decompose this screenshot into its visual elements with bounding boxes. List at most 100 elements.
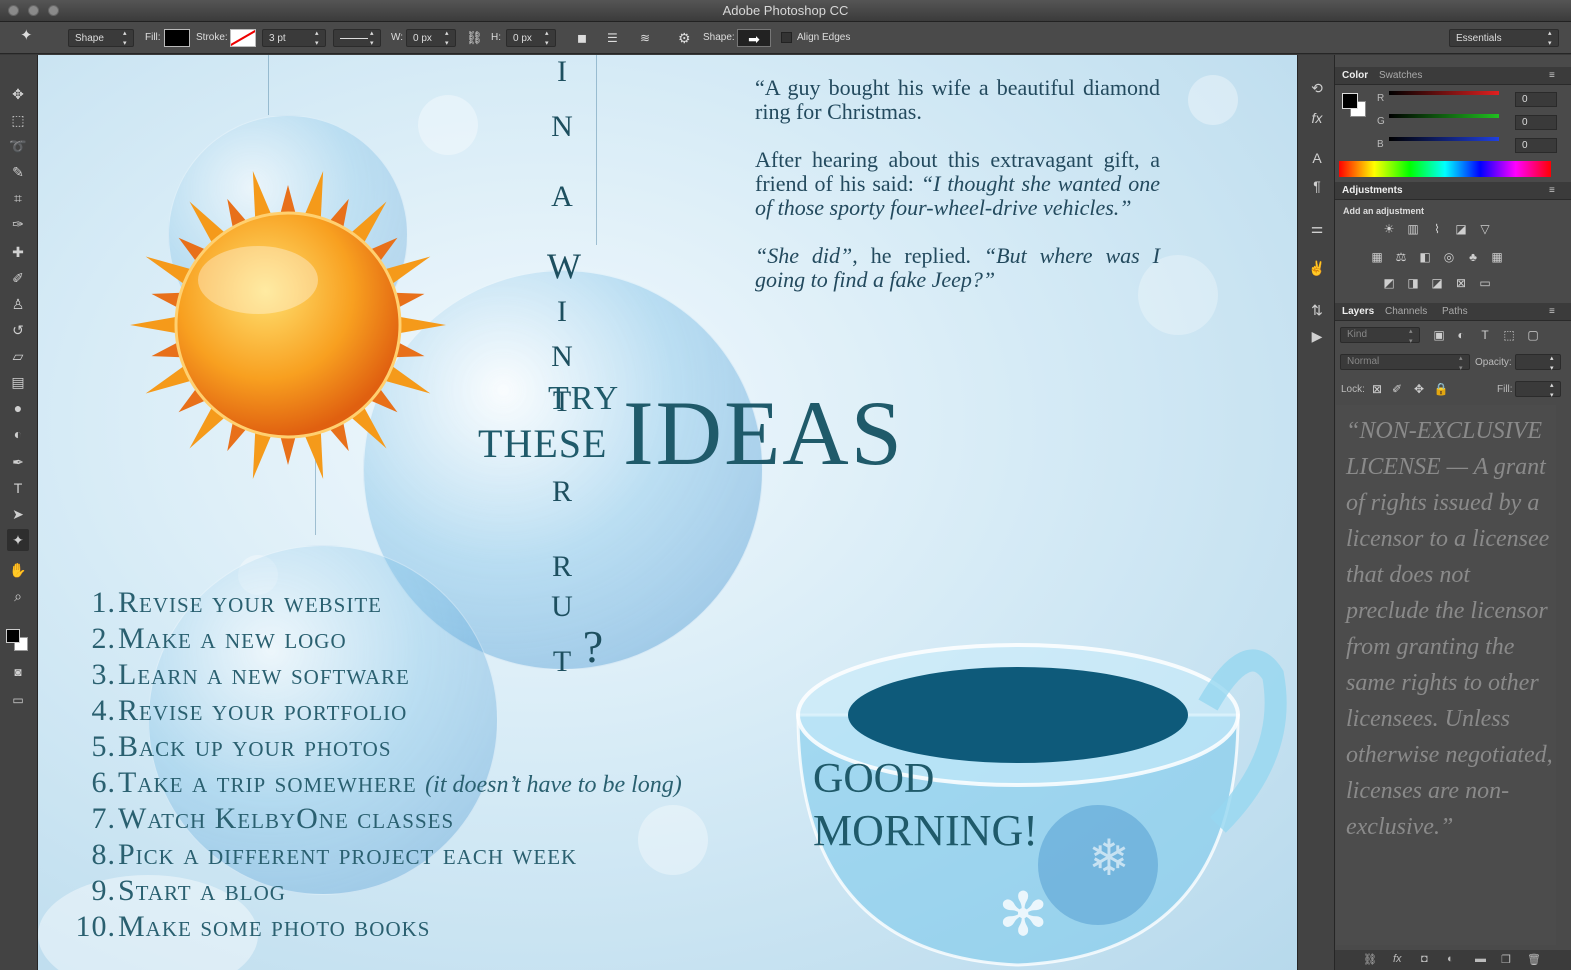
tab-color[interactable]: Color <box>1342 70 1368 81</box>
link-layers-icon[interactable]: ⛓ <box>1363 953 1377 966</box>
blue-slider[interactable] <box>1389 137 1499 141</box>
color-spectrum-bar[interactable] <box>1339 161 1551 177</box>
dodge-tool-icon[interactable]: ◐ <box>7 423 29 445</box>
brush-tool-icon[interactable]: ✐ <box>7 267 29 289</box>
align-edges-checkbox[interactable] <box>781 32 792 43</box>
gradient-map-icon[interactable]: ▭ <box>1477 276 1493 290</box>
layers-list[interactable]: “NON-EXCLUSIVE LICENSE — A grant of righ… <box>1336 405 1556 945</box>
filter-pixel-icon[interactable]: ▣ <box>1431 328 1447 342</box>
character-panel-icon[interactable]: A <box>1306 147 1328 169</box>
trash-icon[interactable]: 🗑 <box>1527 953 1541 966</box>
panel-menu-icon[interactable]: ≡ <box>1549 185 1555 196</box>
styles-fx-icon[interactable]: fx <box>1306 107 1328 129</box>
actions-panel-icon[interactable]: ⇅ <box>1306 299 1328 321</box>
screen-mode-icon[interactable]: ▭ <box>7 689 29 711</box>
red-value-field[interactable]: 0 <box>1515 92 1557 107</box>
eyedropper-tool-icon[interactable]: ✑ <box>7 213 29 235</box>
lock-position-icon[interactable]: ✥ <box>1411 382 1427 396</box>
path-arrangement-icon[interactable]: ≋ <box>640 29 650 47</box>
width-field[interactable]: 0 px <box>406 29 456 49</box>
tool-mode-select[interactable]: Shape <box>68 29 134 49</box>
tab-adjustments[interactable]: Adjustments <box>1342 185 1403 196</box>
panel-menu-icon[interactable]: ≡ <box>1549 70 1555 81</box>
quick-selection-tool-icon[interactable]: ✎ <box>7 161 29 183</box>
curves-icon[interactable]: ⌇ <box>1429 222 1445 236</box>
paragraph-panel-icon[interactable]: ¶ <box>1306 175 1328 197</box>
color-lookup-icon[interactable]: ▦ <box>1489 250 1505 264</box>
history-brush-tool-icon[interactable]: ↺ <box>7 319 29 341</box>
invert-icon[interactable]: ◩ <box>1381 276 1397 290</box>
foreground-color-swatch[interactable] <box>1342 93 1358 109</box>
threshold-icon[interactable]: ◪ <box>1429 276 1445 290</box>
red-slider[interactable] <box>1389 91 1499 95</box>
posterize-icon[interactable]: ◨ <box>1405 276 1421 290</box>
new-group-icon[interactable]: ▬ <box>1475 953 1486 965</box>
clone-stamp-tool-icon[interactable]: ♙ <box>7 293 29 315</box>
blur-tool-icon[interactable]: ● <box>7 397 29 419</box>
play-icon[interactable]: ▶ <box>1306 325 1328 347</box>
fill-field[interactable] <box>1515 381 1561 401</box>
path-operations-icon[interactable]: ◼ <box>577 29 587 47</box>
exposure-icon[interactable]: ◪ <box>1453 222 1469 236</box>
add-mask-icon[interactable]: ◘ <box>1421 953 1428 965</box>
stroke-width-field[interactable]: 3 pt <box>262 29 326 49</box>
custom-shape-tool-icon[interactable]: ✦ <box>20 27 48 45</box>
green-slider[interactable] <box>1389 114 1499 118</box>
crop-tool-icon[interactable]: ⌗ <box>7 187 29 209</box>
tab-layers[interactable]: Layers <box>1342 306 1374 317</box>
green-value-field[interactable]: 0 <box>1515 115 1557 130</box>
channel-mixer-icon[interactable]: ♣ <box>1465 250 1481 264</box>
opacity-field[interactable] <box>1515 354 1561 374</box>
selective-color-icon[interactable]: ⊠ <box>1453 276 1469 290</box>
panel-menu-icon[interactable]: ≡ <box>1549 306 1555 317</box>
marquee-tool-icon[interactable]: ⬚ <box>7 109 29 131</box>
zoom-tool-icon[interactable]: ⌕ <box>7 585 29 607</box>
healing-brush-tool-icon[interactable]: ✚ <box>7 241 29 263</box>
gradient-tool-icon[interactable]: ▤ <box>7 371 29 393</box>
height-field[interactable]: 0 px <box>506 29 556 49</box>
lock-transparent-icon[interactable]: ⊠ <box>1369 382 1385 396</box>
filter-smart-object-icon[interactable]: ▢ <box>1525 328 1541 342</box>
filter-adjustment-icon[interactable]: ◐ <box>1453 328 1469 342</box>
quick-mask-icon[interactable]: ◙ <box>7 661 29 683</box>
layer-style-fx-icon[interactable]: fx <box>1393 953 1402 965</box>
tab-channels[interactable]: Channels <box>1385 306 1427 317</box>
hand-tool-icon[interactable]: ✋ <box>7 559 29 581</box>
new-layer-icon[interactable]: ❐ <box>1501 953 1511 966</box>
layer-filter-kind-select[interactable]: Kind <box>1340 327 1420 347</box>
blend-mode-select[interactable]: Normal <box>1340 354 1470 374</box>
stroke-swatch[interactable] <box>230 29 256 47</box>
gear-icon[interactable]: ⚙ <box>678 29 691 47</box>
filter-type-icon[interactable]: T <box>1477 328 1493 342</box>
pen-tool-icon[interactable]: ✒ <box>7 451 29 473</box>
foreground-color-swatch[interactable] <box>6 629 20 643</box>
lock-all-icon[interactable]: 🔒 <box>1433 382 1449 396</box>
levels-icon[interactable]: ▥ <box>1405 222 1421 236</box>
workspace-select[interactable]: Essentials <box>1449 29 1559 49</box>
custom-shape-tool-icon[interactable]: ✦ <box>7 529 29 551</box>
blue-value-field[interactable]: 0 <box>1515 138 1557 153</box>
path-alignment-icon[interactable]: ☰ <box>607 29 618 47</box>
fill-swatch[interactable] <box>164 29 190 47</box>
new-adjustment-layer-icon[interactable]: ◐ <box>1447 953 1454 965</box>
path-selection-tool-icon[interactable]: ➤ <box>7 503 29 525</box>
document-canvas[interactable]: ✻ ❄ “A guy bought his wife a beautiful d… <box>38 55 1297 970</box>
tab-swatches[interactable]: Swatches <box>1379 70 1422 81</box>
stroke-type-select[interactable] <box>333 29 381 49</box>
link-icon[interactable]: ⛓ <box>466 29 483 47</box>
color-balance-icon[interactable]: ⚖ <box>1393 250 1409 264</box>
photo-filter-icon[interactable]: ◎ <box>1441 250 1457 264</box>
lasso-tool-icon[interactable]: ➰ <box>7 135 29 157</box>
vibrance-icon[interactable]: ▽ <box>1477 222 1493 236</box>
type-tool-icon[interactable]: T <box>7 477 29 499</box>
shape-picker[interactable]: ➡ <box>737 29 771 47</box>
eraser-tool-icon[interactable]: ▱ <box>7 345 29 367</box>
move-tool-icon[interactable]: ✥ <box>7 83 29 105</box>
history-panel-icon[interactable]: ⟲ <box>1306 77 1328 99</box>
tool-presets-icon[interactable]: ✌ <box>1306 257 1328 279</box>
brightness-contrast-icon[interactable]: ☀ <box>1381 222 1397 236</box>
black-white-icon[interactable]: ◧ <box>1417 250 1433 264</box>
brush-presets-icon[interactable]: ⚌ <box>1306 217 1328 239</box>
lock-pixels-icon[interactable]: ✐ <box>1389 382 1405 396</box>
hue-saturation-icon[interactable]: ▦ <box>1369 250 1385 264</box>
